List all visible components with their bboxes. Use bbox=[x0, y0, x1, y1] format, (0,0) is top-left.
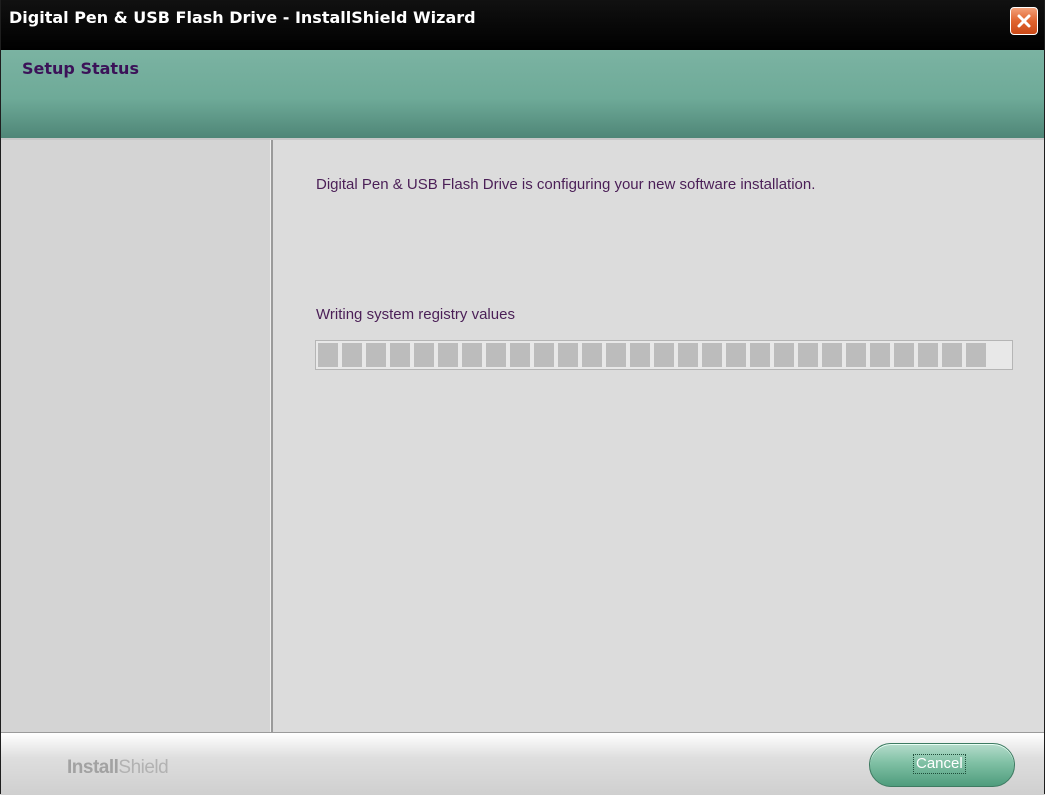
progress-block bbox=[966, 343, 986, 367]
page-title: Setup Status bbox=[22, 59, 139, 78]
installshield-logo: InstallShield bbox=[67, 757, 169, 779]
progress-block bbox=[606, 343, 626, 367]
close-icon bbox=[1017, 14, 1031, 28]
progress-block bbox=[486, 343, 506, 367]
progress-block bbox=[318, 343, 338, 367]
main-message: Digital Pen & USB Flash Drive is configu… bbox=[316, 176, 816, 193]
progress-block bbox=[510, 343, 530, 367]
cancel-button[interactable]: Cancel bbox=[869, 743, 1015, 787]
progress-block bbox=[630, 343, 650, 367]
header-band: Setup Status bbox=[1, 50, 1044, 140]
brand-light: Shield bbox=[118, 757, 169, 778]
progress-block bbox=[462, 343, 482, 367]
cancel-button-label: Cancel bbox=[913, 754, 966, 774]
brand-bold: Install bbox=[67, 757, 119, 778]
side-panel bbox=[1, 140, 273, 732]
progress-block bbox=[582, 343, 602, 367]
status-text: Writing system registry values bbox=[316, 306, 515, 323]
progress-block bbox=[414, 343, 434, 367]
progress-block bbox=[654, 343, 674, 367]
progress-block bbox=[702, 343, 722, 367]
progress-bar bbox=[315, 340, 1013, 370]
progress-block bbox=[750, 343, 770, 367]
progress-block bbox=[438, 343, 458, 367]
progress-block bbox=[822, 343, 842, 367]
progress-block bbox=[894, 343, 914, 367]
installer-window: Digital Pen & USB Flash Drive - InstallS… bbox=[0, 0, 1045, 795]
progress-block bbox=[678, 343, 698, 367]
progress-block bbox=[534, 343, 554, 367]
progress-block bbox=[774, 343, 794, 367]
progress-block bbox=[942, 343, 962, 367]
progress-block bbox=[870, 343, 890, 367]
progress-fill bbox=[318, 343, 986, 367]
progress-block bbox=[390, 343, 410, 367]
progress-block bbox=[366, 343, 386, 367]
progress-block bbox=[798, 343, 818, 367]
close-button[interactable] bbox=[1010, 7, 1038, 35]
footer-bar: InstallShield Cancel bbox=[1, 732, 1044, 795]
progress-block bbox=[846, 343, 866, 367]
progress-block bbox=[726, 343, 746, 367]
main-content: Digital Pen & USB Flash Drive is configu… bbox=[273, 140, 1044, 732]
progress-block bbox=[558, 343, 578, 367]
title-bar[interactable]: Digital Pen & USB Flash Drive - InstallS… bbox=[1, 0, 1044, 50]
progress-block bbox=[342, 343, 362, 367]
window-title: Digital Pen & USB Flash Drive - InstallS… bbox=[9, 8, 476, 27]
progress-block bbox=[918, 343, 938, 367]
